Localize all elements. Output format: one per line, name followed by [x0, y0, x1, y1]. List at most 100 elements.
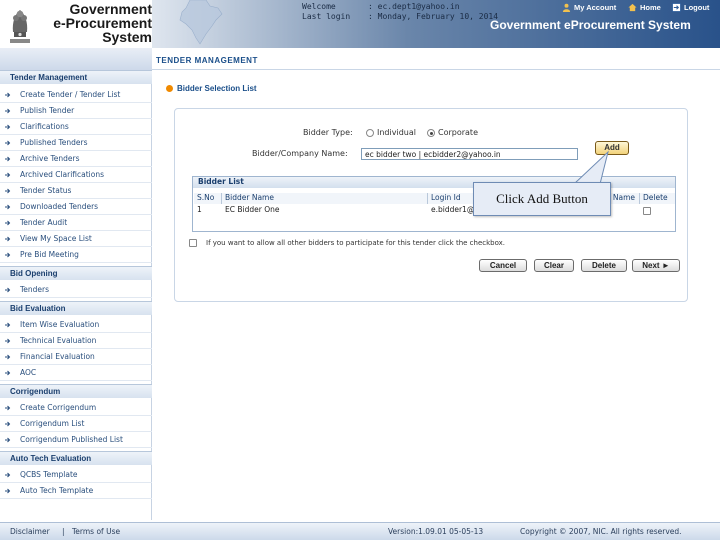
- sidebar-item-label: Financial Evaluation: [20, 352, 95, 361]
- sidebar-item-published-tenders[interactable]: Published Tenders: [0, 135, 152, 151]
- arrow-right-icon: [5, 204, 11, 210]
- arrow-right-icon: [5, 287, 11, 293]
- last-login-label: Last login: [302, 12, 351, 21]
- sidebar-item-label: Corrigendum Published List: [20, 435, 123, 444]
- arrow-right-icon: [5, 108, 11, 114]
- arrow-right-icon: [5, 140, 11, 146]
- clear-button[interactable]: Clear: [534, 259, 574, 272]
- arrow-right-icon: [5, 354, 11, 360]
- page-title: TENDER MANAGEMENT: [156, 56, 258, 65]
- logo-line-1: Government: [69, 1, 152, 17]
- version-text: Version:1.09.01 05-05-13: [388, 527, 484, 536]
- delete-button[interactable]: Delete: [581, 259, 627, 272]
- corporate-label: Corporate: [438, 128, 478, 137]
- logo-line-3: System: [102, 29, 152, 45]
- sidebar-item-view-my-space[interactable]: View My Space List: [0, 231, 152, 247]
- sidebar-item-label: View My Space List: [20, 234, 92, 243]
- panel-title-text: Bidder Selection List: [177, 84, 257, 93]
- home-label: Home: [640, 3, 661, 12]
- india-map-icon: [179, 0, 223, 45]
- sidebar-item-technical-evaluation[interactable]: Technical Evaluation: [0, 333, 152, 349]
- sidebar-item-pre-bid-meeting[interactable]: Pre Bid Meeting: [0, 247, 152, 263]
- delete-row-checkbox[interactable]: [643, 207, 651, 215]
- sidebar-item-downloaded-tenders[interactable]: Downloaded Tenders: [0, 199, 152, 215]
- logout-label: Logout: [684, 3, 710, 12]
- sidebar-section-bid-evaluation[interactable]: Bid Evaluation: [0, 301, 152, 315]
- callout-pointer: [573, 150, 609, 184]
- logo-line-2: e-Procurement: [53, 15, 152, 31]
- sidebar-section-corrigendum[interactable]: Corrigendum: [0, 384, 152, 398]
- sidebar: Tender Management Create Tender / Tender…: [0, 70, 152, 520]
- sidebar-item-label: Create Corrigendum: [20, 403, 97, 412]
- bidder-type-label: Bidder Type:: [303, 128, 353, 137]
- arrow-right-icon: [5, 472, 11, 478]
- home-link[interactable]: Home: [628, 3, 661, 12]
- welcome-line: Welcome: ec.dept1@yahoo.in: [302, 2, 460, 11]
- sidebar-item-label: AOC: [20, 368, 37, 377]
- arrow-right-icon: [5, 124, 11, 130]
- disclaimer-link[interactable]: Disclaimer: [10, 527, 50, 536]
- sidebar-item-auto-tech-template[interactable]: Auto Tech Template: [0, 483, 152, 499]
- sidebar-item-qcbs-template[interactable]: QCBS Template: [0, 467, 152, 483]
- sidebar-item-tender-status[interactable]: Tender Status: [0, 183, 152, 199]
- sidebar-section-tender-management[interactable]: Tender Management: [0, 70, 152, 84]
- sidebar-item-label: Tenders: [20, 285, 50, 294]
- last-login-value: : Monday, February 10, 2014: [368, 12, 499, 21]
- sidebar-item-tenders[interactable]: Tenders: [0, 282, 152, 298]
- individual-radio[interactable]: [366, 129, 374, 137]
- cancel-button[interactable]: Cancel: [479, 259, 527, 272]
- arrow-right-icon: [5, 421, 11, 427]
- arrow-right-icon: [5, 172, 11, 178]
- table-cell-bidder-name: EC Bidder One: [225, 205, 280, 214]
- national-emblem-icon: [10, 10, 30, 43]
- arrow-right-icon: [5, 437, 11, 443]
- arrow-right-icon: [5, 405, 11, 411]
- sidebar-item-corrigendum-published-list[interactable]: Corrigendum Published List: [0, 432, 152, 448]
- orange-bullet-icon: [166, 85, 173, 92]
- logout-link[interactable]: Logout: [672, 3, 709, 12]
- sidebar-item-publish-tender[interactable]: Publish Tender: [0, 103, 152, 119]
- sidebar-item-label: Archive Tenders: [20, 154, 80, 163]
- sidebar-item-label: Archived Clarifications: [20, 170, 105, 179]
- sidebar-item-item-wise-evaluation[interactable]: Item Wise Evaluation: [0, 317, 152, 333]
- arrow-right-icon: [5, 488, 11, 494]
- sidebar-item-label: Item Wise Evaluation: [20, 320, 100, 329]
- sidebar-item-create-tender[interactable]: Create Tender / Tender List: [0, 87, 152, 103]
- sidebar-item-label: Create Tender / Tender List: [20, 90, 121, 99]
- sidebar-item-label: Clarifications: [20, 122, 69, 131]
- sidebar-section-bid-opening[interactable]: Bid Opening: [0, 266, 152, 280]
- sidebar-item-label: Pre Bid Meeting: [20, 250, 79, 259]
- sidebar-item-corrigendum-list[interactable]: Corrigendum List: [0, 416, 152, 432]
- home-icon: [628, 3, 637, 12]
- allow-all-bidders-checkbox[interactable]: [189, 239, 197, 247]
- arrow-right-icon: [5, 338, 11, 344]
- sidebar-item-label: Technical Evaluation: [20, 336, 97, 345]
- sidebar-item-label: Publish Tender: [20, 106, 75, 115]
- welcome-value: : ec.dept1@yahoo.in: [368, 2, 460, 11]
- footer-separator: |: [62, 527, 65, 536]
- next-button[interactable]: Next ►: [632, 259, 680, 272]
- footer: Disclaimer | Terms of Use Version:1.09.0…: [0, 522, 720, 540]
- sidebar-item-aoc[interactable]: AOC: [0, 365, 152, 381]
- column-header-delete: Delete: [640, 193, 675, 204]
- sidebar-item-clarifications[interactable]: Clarifications: [0, 119, 152, 135]
- sidebar-section-auto-tech-evaluation[interactable]: Auto Tech Evaluation: [0, 451, 152, 465]
- sidebar-item-archive-tenders[interactable]: Archive Tenders: [0, 151, 152, 167]
- arrow-right-icon: [5, 322, 11, 328]
- arrow-right-icon: [5, 156, 11, 162]
- company-name-input[interactable]: ec bidder two | ecbidder2@yahoo.in: [361, 148, 578, 160]
- user-icon: [562, 3, 571, 12]
- panel-title: Bidder Selection List: [166, 84, 257, 93]
- sidebar-item-tender-audit[interactable]: Tender Audit: [0, 215, 152, 231]
- corporate-radio[interactable]: [427, 129, 435, 137]
- sidebar-item-archived-clarifications[interactable]: Archived Clarifications: [0, 167, 152, 183]
- my-account-link[interactable]: My Account: [562, 3, 616, 12]
- column-header-sno: S.No: [194, 193, 222, 204]
- column-header-bidder-name: Bidder Name: [222, 193, 428, 204]
- arrow-right-icon: [5, 252, 11, 258]
- copyright-text: Copyright © 2007, NIC. All rights reserv…: [520, 527, 682, 536]
- sidebar-item-create-corrigendum[interactable]: Create Corrigendum: [0, 400, 152, 416]
- terms-of-use-link[interactable]: Terms of Use: [72, 527, 120, 536]
- individual-label: Individual: [377, 128, 416, 137]
- sidebar-item-financial-evaluation[interactable]: Financial Evaluation: [0, 349, 152, 365]
